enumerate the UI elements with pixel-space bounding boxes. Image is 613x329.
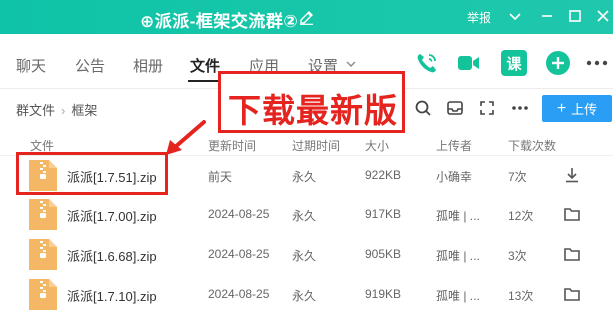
expire-time: 永久 xyxy=(292,289,317,303)
updated-time: 2024-08-25 xyxy=(208,207,270,221)
header-expires[interactable]: 过期时间 xyxy=(292,137,340,154)
file-name[interactable]: 派派[1.7.00].zip xyxy=(67,206,157,225)
zip-file-icon xyxy=(29,279,57,310)
file-size: 919KB xyxy=(365,287,402,301)
fullscreen-icon[interactable] xyxy=(478,99,496,117)
table-row[interactable]: 派派[1.6.68].zip 2024-08-25 永久 905KB 孤唯 | … xyxy=(0,234,613,275)
more-options-icon[interactable] xyxy=(511,99,529,117)
upload-button[interactable]: + 上传 xyxy=(542,95,612,122)
upload-label: 上传 xyxy=(571,102,598,117)
table-row[interactable]: 派派[1.7.10].zip 2024-08-25 永久 919KB 孤唯 | … xyxy=(0,274,613,315)
updated-time: 2024-08-25 xyxy=(208,247,270,261)
zip-file-icon xyxy=(29,239,57,270)
chevron-down-icon[interactable] xyxy=(506,7,524,25)
breadcrumb-current: 框架 xyxy=(71,103,98,118)
plus-icon: + xyxy=(556,99,567,117)
tab-files[interactable]: 文件 xyxy=(190,55,220,76)
expire-time: 永久 xyxy=(292,249,317,263)
expire-time: 永久 xyxy=(292,170,317,184)
download-count: 13次 xyxy=(508,289,534,303)
breadcrumb-separator-icon: › xyxy=(61,103,66,118)
header-uploader[interactable]: 上传者 xyxy=(436,137,472,154)
uploader: 小确幸 xyxy=(436,170,473,184)
add-icon[interactable] xyxy=(545,50,571,76)
video-call-icon[interactable] xyxy=(455,50,481,76)
breadcrumb: 群文件 › 框架 xyxy=(16,100,97,119)
search-icon[interactable] xyxy=(414,99,432,117)
close-icon[interactable] xyxy=(594,7,612,25)
file-name[interactable]: 派派[1.7.10].zip xyxy=(67,286,157,305)
expire-time: 永久 xyxy=(292,209,317,223)
settings-chevron-icon[interactable] xyxy=(345,59,357,69)
more-icon[interactable] xyxy=(584,50,610,76)
download-count: 3次 xyxy=(508,249,527,263)
report-link[interactable]: 举报 xyxy=(467,9,491,26)
table-row[interactable]: 派派[1.7.00].zip 2024-08-25 永久 917KB 孤唯 | … xyxy=(0,194,613,235)
updated-time: 2024-08-25 xyxy=(208,287,270,301)
annotation-text: 下载最新版 xyxy=(228,92,398,129)
file-size: 905KB xyxy=(365,247,402,261)
file-size: 917KB xyxy=(365,207,402,221)
title-bar: ⊕派派-框架交流群② 举报 xyxy=(0,0,613,34)
file-name[interactable]: 派派[1.6.68].zip xyxy=(67,246,157,265)
file-size: 922KB xyxy=(365,168,402,182)
download-count: 7次 xyxy=(508,170,527,184)
uploader: 孤唯 | ... xyxy=(436,289,480,303)
phone-icon[interactable] xyxy=(414,50,440,76)
folder-icon[interactable] xyxy=(563,205,581,223)
zip-file-icon xyxy=(29,199,57,230)
course-button[interactable]: 课 xyxy=(501,50,527,76)
tab-album[interactable]: 相册 xyxy=(133,55,163,76)
minimize-icon[interactable] xyxy=(538,7,556,25)
annotation-arrow-icon xyxy=(166,120,206,155)
breadcrumb-root[interactable]: 群文件 xyxy=(16,103,55,118)
header-updated[interactable]: 更新时间 xyxy=(208,137,256,154)
folder-icon[interactable] xyxy=(563,285,581,303)
uploader: 孤唯 | ... xyxy=(436,249,480,263)
highlight-box xyxy=(16,152,168,195)
download-icon[interactable] xyxy=(563,166,581,184)
inbox-icon[interactable] xyxy=(446,99,464,117)
header-downloads[interactable]: 下载次数 xyxy=(508,137,556,154)
download-count: 12次 xyxy=(508,209,534,223)
window-title: ⊕派派-框架交流群② xyxy=(140,12,299,31)
maximize-icon[interactable] xyxy=(566,7,584,25)
tab-chat[interactable]: 聊天 xyxy=(16,55,46,76)
folder-icon[interactable] xyxy=(563,245,581,263)
uploader: 孤唯 | ... xyxy=(436,209,480,223)
tab-announcements[interactable]: 公告 xyxy=(75,55,105,76)
updated-time: 前天 xyxy=(208,170,233,184)
edit-icon[interactable] xyxy=(298,7,314,25)
header-size[interactable]: 大小 xyxy=(365,137,389,154)
